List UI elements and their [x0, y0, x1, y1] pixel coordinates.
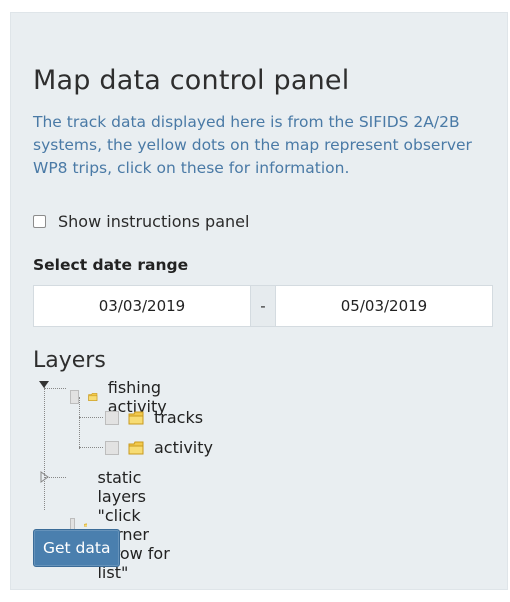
- tree-connector: [79, 417, 103, 418]
- start-date-input[interactable]: [34, 286, 250, 326]
- show-instructions-checkbox[interactable]: [33, 215, 46, 228]
- panel-description: The track data displayed here is from th…: [33, 113, 472, 177]
- tree-node-tracks[interactable]: tracks: [105, 408, 203, 427]
- page-title: Map data control panel: [33, 65, 350, 96]
- layer-checkbox[interactable]: [105, 410, 119, 425]
- tree-node-activity[interactable]: activity: [105, 438, 213, 457]
- layer-label[interactable]: activity: [154, 438, 213, 457]
- folder-icon: [128, 411, 144, 424]
- get-data-button[interactable]: Get data: [33, 529, 121, 567]
- collapse-arrow-icon[interactable]: [38, 377, 50, 389]
- layers-heading: Layers: [33, 348, 106, 373]
- folder-icon: [128, 441, 144, 454]
- date-range-picker: -: [33, 285, 493, 327]
- folder-icon: [88, 393, 98, 401]
- date-range-label: Select date range: [33, 256, 189, 274]
- tree-connector: [79, 447, 103, 448]
- expand-arrow-icon[interactable]: [39, 471, 49, 483]
- show-instructions-label: Show instructions panel: [58, 212, 250, 231]
- date-range-separator: -: [250, 286, 276, 326]
- layer-checkbox[interactable]: [70, 390, 80, 404]
- end-date-input[interactable]: [276, 286, 492, 326]
- tree-connector: [44, 386, 45, 510]
- control-panel: Map data control panel The track data di…: [10, 12, 508, 590]
- layer-label[interactable]: tracks: [154, 408, 203, 427]
- layer-checkbox[interactable]: [105, 440, 119, 455]
- show-instructions-row[interactable]: Show instructions panel: [33, 212, 249, 231]
